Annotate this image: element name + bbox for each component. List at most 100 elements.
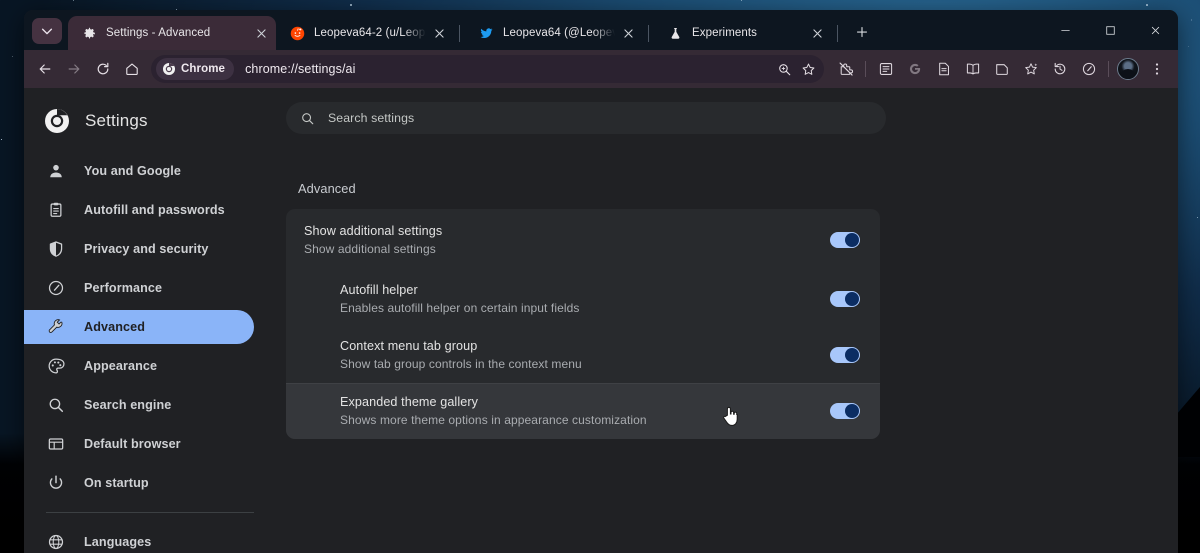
bookmark-button[interactable] [796,57,820,81]
flask-icon [667,25,683,41]
twitter-icon [479,26,494,41]
settings-row[interactable]: Expanded theme gallery Shows more theme o… [286,383,880,439]
sidebar-item-search-engine[interactable]: Search engine [24,388,254,422]
star-sparkle-icon [1023,61,1039,77]
settings-row-text: Context menu tab groupShow tab group con… [340,339,830,371]
tab-close-button[interactable] [619,24,637,42]
clipboard-icon [47,201,65,219]
palette-icon [47,357,65,375]
chrome-logo-icon [162,62,176,76]
tab-title: Leopeva64-2 (u/Leopeva64-2) [314,27,426,39]
sidebar-item-appearance[interactable]: Appearance [24,349,254,383]
maximize-button[interactable] [1088,10,1133,50]
sidebar-item-privacy-and-security[interactable]: Privacy and security [24,232,254,266]
list-extension-icon [878,61,894,77]
settings-row-subtitle: Show additional settings [304,242,830,256]
sidebar-item-label: On startup [84,476,149,490]
google-extension-button[interactable] [900,55,929,84]
tab-close-button[interactable] [808,24,826,42]
palette-icon [46,356,66,376]
avatar[interactable] [1117,58,1139,80]
settings-card: Show additional settings Show additional … [286,209,880,439]
settings-row-toggle[interactable] [830,403,860,419]
browser-toolbar: Chrome chrome://settings/ai [24,50,1178,88]
twitter-icon [478,25,494,41]
sidebar-item-advanced[interactable]: Advanced [24,310,254,344]
browser-tab[interactable]: Experiments [654,16,832,50]
close-button[interactable] [1133,10,1178,50]
list-extension-button[interactable] [871,55,900,84]
browser-tab[interactable]: Leopeva64-2 (u/Leopeva64-2) [276,16,454,50]
toolbar-separator-2 [1108,61,1109,77]
wrench-icon [47,318,65,336]
settings-row-toggle[interactable] [830,232,860,248]
globe-icon [46,532,66,552]
settings-row-title: Expanded theme gallery [340,395,830,409]
history-button[interactable] [1045,55,1074,84]
page-extension-button[interactable] [987,55,1016,84]
tab-title: Experiments [692,27,804,39]
settings-row-toggle[interactable] [830,347,860,363]
settings-row[interactable]: Autofill helperEnables autofill helper o… [286,271,880,327]
gear-icon [82,26,97,41]
home-button[interactable] [117,55,146,84]
minimize-button[interactable] [1043,10,1088,50]
sidebar-item-on-startup[interactable]: On startup [24,466,254,500]
performance-button[interactable] [1074,55,1103,84]
maximize-icon [1105,25,1116,36]
chrome-logo-icon [44,108,70,134]
new-tab-button[interactable] [849,19,875,45]
star-sparkle-button[interactable] [1016,55,1045,84]
sidebar-item-default-browser[interactable]: Default browser [24,427,254,461]
google-extension-icon [907,61,923,77]
clipboard-icon [46,200,66,220]
sidebar-item-languages[interactable]: Languages [24,525,254,553]
settings-row[interactable]: Context menu tab groupShow tab group con… [286,327,880,383]
chrome-menu-button[interactable] [1142,55,1171,84]
section-title: Advanced [298,181,1178,196]
document-extension-button[interactable] [929,55,958,84]
power-icon [46,473,66,493]
browser-tab[interactable]: Leopeva64 (@Leopeva64) / Tw [465,16,643,50]
sidebar-item-performance[interactable]: Performance [24,271,254,305]
forward-button[interactable] [59,55,88,84]
tab-close-button[interactable] [252,24,270,42]
url-text[interactable]: chrome://settings/ai [245,62,772,76]
address-bar[interactable]: Chrome chrome://settings/ai [151,55,824,83]
toolbar-separator-1 [865,61,866,77]
browser-window-icon [47,435,65,453]
back-button[interactable] [30,55,59,84]
settings-row-toggle[interactable] [830,291,860,307]
settings-row-title: Show additional settings [304,224,830,238]
back-arrow-icon [37,61,53,77]
sidebar-item-autofill-and-passwords[interactable]: Autofill and passwords [24,193,254,227]
sidebar-item-label: Default browser [84,437,181,451]
search-settings-field[interactable]: Search settings [286,102,886,134]
tab-separator [648,25,649,42]
chrome-chip[interactable]: Chrome [156,58,234,80]
settings-row-text: Autofill helperEnables autofill helper o… [340,283,830,315]
settings-row-subtitle: Shows more theme options in appearance c… [340,413,830,427]
page-extension-icon [994,61,1010,77]
settings-nav-list: You and Google Autofill and passwords Priv… [24,154,270,553]
extensions-button[interactable] [831,55,860,84]
tab-close-button[interactable] [430,24,448,42]
star-icon [801,62,816,77]
sidebar-item-you-and-google[interactable]: You and Google [24,154,254,188]
document-extension-icon [936,61,952,77]
search-settings-placeholder: Search settings [328,111,414,125]
reload-icon [95,61,111,77]
tab-title: Leopeva64 (@Leopeva64) / Tw [503,27,615,39]
browser-window-icon [46,434,66,454]
zoom-button[interactable] [772,57,796,81]
reading-list-button[interactable] [958,55,987,84]
browser-window: Settings - Advanced Leopeva64-2 (u/Leopev… [24,10,1178,553]
sidebar-item-label: Autofill and passwords [84,203,225,217]
tab-search-button[interactable] [32,18,62,44]
browser-tab[interactable]: Settings - Advanced [68,16,276,50]
settings-row[interactable]: Show additional settings Show additional … [286,209,880,271]
reload-button[interactable] [88,55,117,84]
shield-icon [47,240,65,258]
close-icon [813,29,822,38]
settings-row-title: Context menu tab group [340,339,830,353]
